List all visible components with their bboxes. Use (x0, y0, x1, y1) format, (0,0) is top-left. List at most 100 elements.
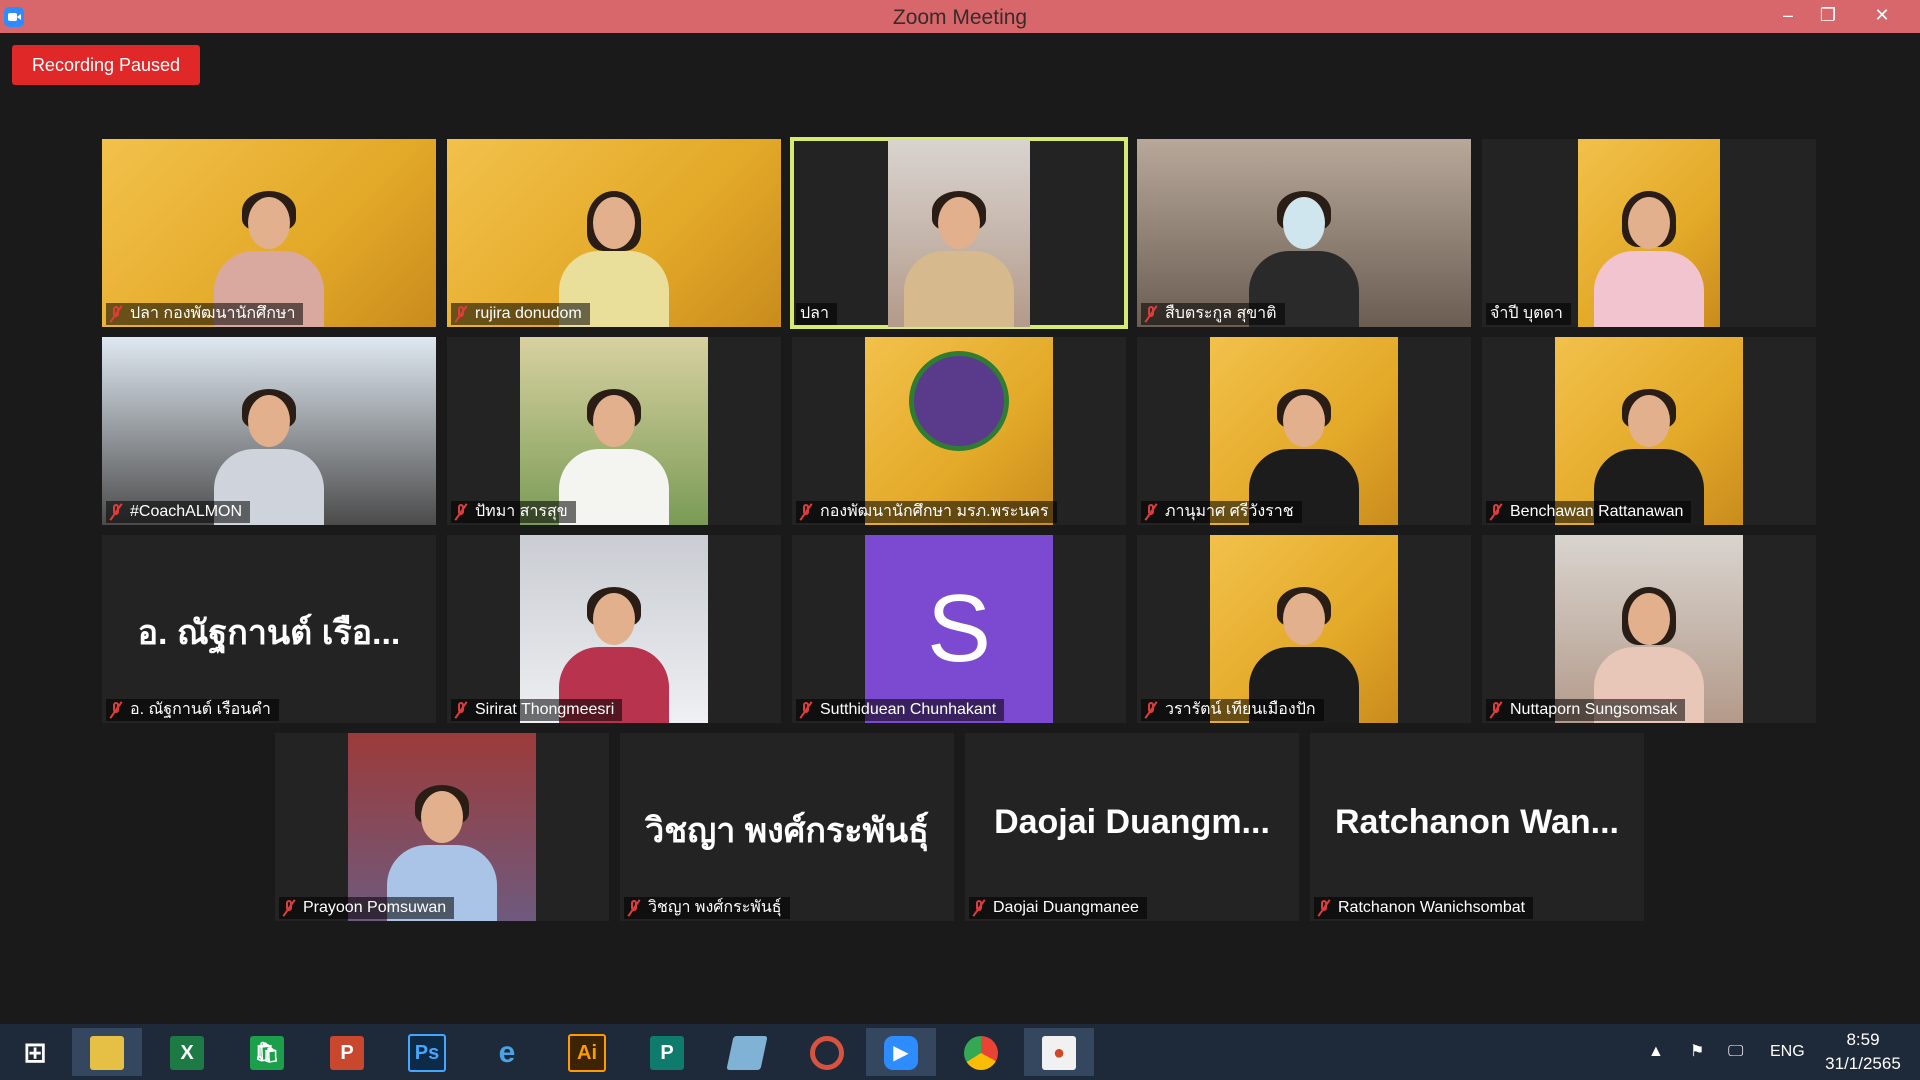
taskbar-clock[interactable]: 8:59 31/1/2565 (1810, 1028, 1916, 1076)
participant-name-label: วิชญา พงศ์กระพันธุ์ (624, 897, 790, 919)
participant-video (102, 337, 436, 525)
taskbar-chrome[interactable] (946, 1028, 1016, 1076)
participant-video (447, 139, 781, 327)
mic-muted-icon (628, 899, 640, 917)
participant-name-label: อ. ณัฐกานต์ เรือนคำ (106, 699, 279, 721)
tray-overflow-icon[interactable]: ▲ (1648, 1024, 1664, 1080)
action-center-flag-icon[interactable]: ⚑ (1690, 1024, 1704, 1080)
participant-tile[interactable]: rujira donudom (447, 139, 781, 327)
excel-icon: X (170, 1035, 204, 1070)
mic-muted-icon (1145, 305, 1157, 323)
start-button[interactable]: ⊞ (0, 1028, 70, 1076)
internet-explorer-icon: e (498, 1035, 516, 1069)
window-title: Zoom Meeting (892, 6, 1028, 29)
mic-muted-icon (455, 305, 467, 323)
participant-tile[interactable]: Prayoon Pomsuwan (275, 733, 609, 921)
participant-video (1578, 139, 1720, 327)
taskbar-powerpoint[interactable]: P (312, 1028, 382, 1076)
folder-icon (90, 1035, 124, 1070)
zoom-icon: ▶ (884, 1035, 918, 1070)
taskbar-internet-explorer[interactable]: e (472, 1028, 542, 1076)
participant-name-label: จำปี บุตดา (1486, 303, 1571, 325)
taskbar-zoom[interactable]: ▶ (866, 1028, 936, 1076)
taskbar-store[interactable]: 🛍 (232, 1028, 302, 1076)
participant-name-label: Prayoon Pomsuwan (279, 897, 455, 919)
participant-tile[interactable]: ภานุมาศ ศรีวังราช (1137, 337, 1471, 525)
network-icon[interactable]: 🖵 (1728, 1024, 1743, 1080)
participant-display-name: วิชญา พงศ์กระพันธุ์ (645, 812, 929, 850)
close-button[interactable]: ✕ (1860, 0, 1904, 33)
taskbar-notepad[interactable] (712, 1028, 782, 1076)
participant-name-label: Ratchanon Wanichsombat (1314, 897, 1534, 919)
participant-video (1137, 139, 1471, 327)
taskbar-photoshop[interactable]: Ps (392, 1028, 462, 1076)
recording-status-badge[interactable]: Recording Paused (12, 45, 200, 85)
mic-muted-icon (455, 701, 467, 719)
participant-tile[interactable]: จำปี บุตดา (1482, 139, 1816, 327)
mic-muted-icon (1490, 701, 1502, 719)
slideshow-icon: ● (1042, 1035, 1076, 1070)
taskbar-illustrator[interactable]: Ai (552, 1028, 622, 1076)
participant-video (865, 337, 1053, 525)
participant-figure (904, 191, 1014, 327)
taskbar-photoscape[interactable] (792, 1028, 862, 1076)
participant-display-name: Ratchanon Wan... (1335, 803, 1619, 841)
participant-video (1555, 535, 1743, 723)
mic-muted-icon (1145, 503, 1157, 521)
participant-tile[interactable]: วิชญา พงศ์กระพันธุ์ วิชญา พงศ์กระพันธุ์ (620, 733, 954, 921)
illustrator-icon: Ai (568, 1033, 606, 1072)
participant-name-label: Daojai Duangmanee (969, 897, 1147, 919)
mic-muted-icon (455, 503, 467, 521)
chrome-icon (964, 1035, 998, 1070)
participant-name-label: ภานุมาศ ศรีวังราช (1141, 501, 1302, 523)
participant-name-label: rujira donudom (451, 303, 590, 325)
notepad-icon (726, 1035, 768, 1070)
mic-muted-icon (110, 305, 122, 323)
taskbar-publisher[interactable]: P (632, 1028, 702, 1076)
mic-muted-icon (283, 899, 295, 917)
participant-tile[interactable]: กองพัฒนานักศึกษา มรภ.พระนคร (792, 337, 1126, 525)
participant-tile[interactable]: Benchawan Rattanawan (1482, 337, 1816, 525)
participant-name-label: #CoachALMON (106, 501, 251, 523)
clock-date: 31/1/2565 (1825, 1054, 1901, 1073)
windows-logo-icon: ⊞ (23, 1036, 47, 1068)
participant-tile[interactable]: วรารัตน์ เทียนเมืองปัก (1137, 535, 1471, 723)
powerpoint-icon: P (330, 1035, 364, 1070)
participant-tile[interactable]: อ. ณัฐกานต์ เรือ... อ. ณัฐกานต์ เรือนคำ (102, 535, 436, 723)
participant-tile[interactable]: S Sutthiduean Chunhakant (792, 535, 1126, 723)
participant-video (888, 139, 1030, 327)
minimize-button[interactable]: – (1766, 0, 1810, 33)
publisher-icon: P (650, 1035, 684, 1070)
participant-tile[interactable]: ปลา กองพัฒนานักศึกษา (102, 139, 436, 327)
mic-muted-icon (1490, 503, 1502, 521)
taskbar-powerpoint-viewer[interactable]: ● (1024, 1028, 1094, 1076)
taskbar-file-explorer[interactable] (72, 1028, 142, 1076)
taskbar-excel[interactable]: X (152, 1028, 222, 1076)
participant-tile[interactable]: สืบตระกูล สุขาติ (1137, 139, 1471, 327)
participant-tile[interactable]: Ratchanon Wan... Ratchanon Wanichsombat (1310, 733, 1644, 921)
participant-name-label: Benchawan Rattanawan (1486, 501, 1692, 523)
participant-tile-active-speaker[interactable]: ปลา (790, 137, 1128, 329)
clock-time: 8:59 (1846, 1030, 1880, 1049)
participant-tile[interactable]: #CoachALMON (102, 337, 436, 525)
mic-muted-icon (110, 701, 122, 719)
participant-tile[interactable]: ปัทมา สารสุข (447, 337, 781, 525)
mic-muted-icon (1318, 899, 1330, 917)
participant-figure (1594, 191, 1704, 327)
participant-name-label: ปลา (796, 303, 837, 325)
restore-button[interactable]: ❐ (1806, 0, 1850, 33)
participant-name-label: ปลา กองพัฒนานักศึกษา (106, 303, 304, 325)
participant-tile[interactable]: Daojai Duangm... Daojai Duangmanee (965, 733, 1299, 921)
participant-video (520, 337, 708, 525)
participant-video (1210, 535, 1398, 723)
mic-muted-icon (800, 701, 812, 719)
language-indicator[interactable]: ENG (1770, 1024, 1805, 1080)
participant-name-label: วรารัตน์ เทียนเมืองปัก (1141, 699, 1324, 721)
participant-tile[interactable]: Nuttaporn Sungsomsak (1482, 535, 1816, 723)
participant-tile[interactable]: Sirirat Thongmeesri (447, 535, 781, 723)
participant-name-label: ปัทมา สารสุข (451, 501, 576, 523)
participant-display-name: Daojai Duangm... (994, 803, 1270, 841)
window-titlebar: Zoom Meeting – ❐ ✕ (0, 0, 1920, 33)
participant-video (348, 733, 536, 921)
mic-muted-icon (973, 899, 985, 917)
